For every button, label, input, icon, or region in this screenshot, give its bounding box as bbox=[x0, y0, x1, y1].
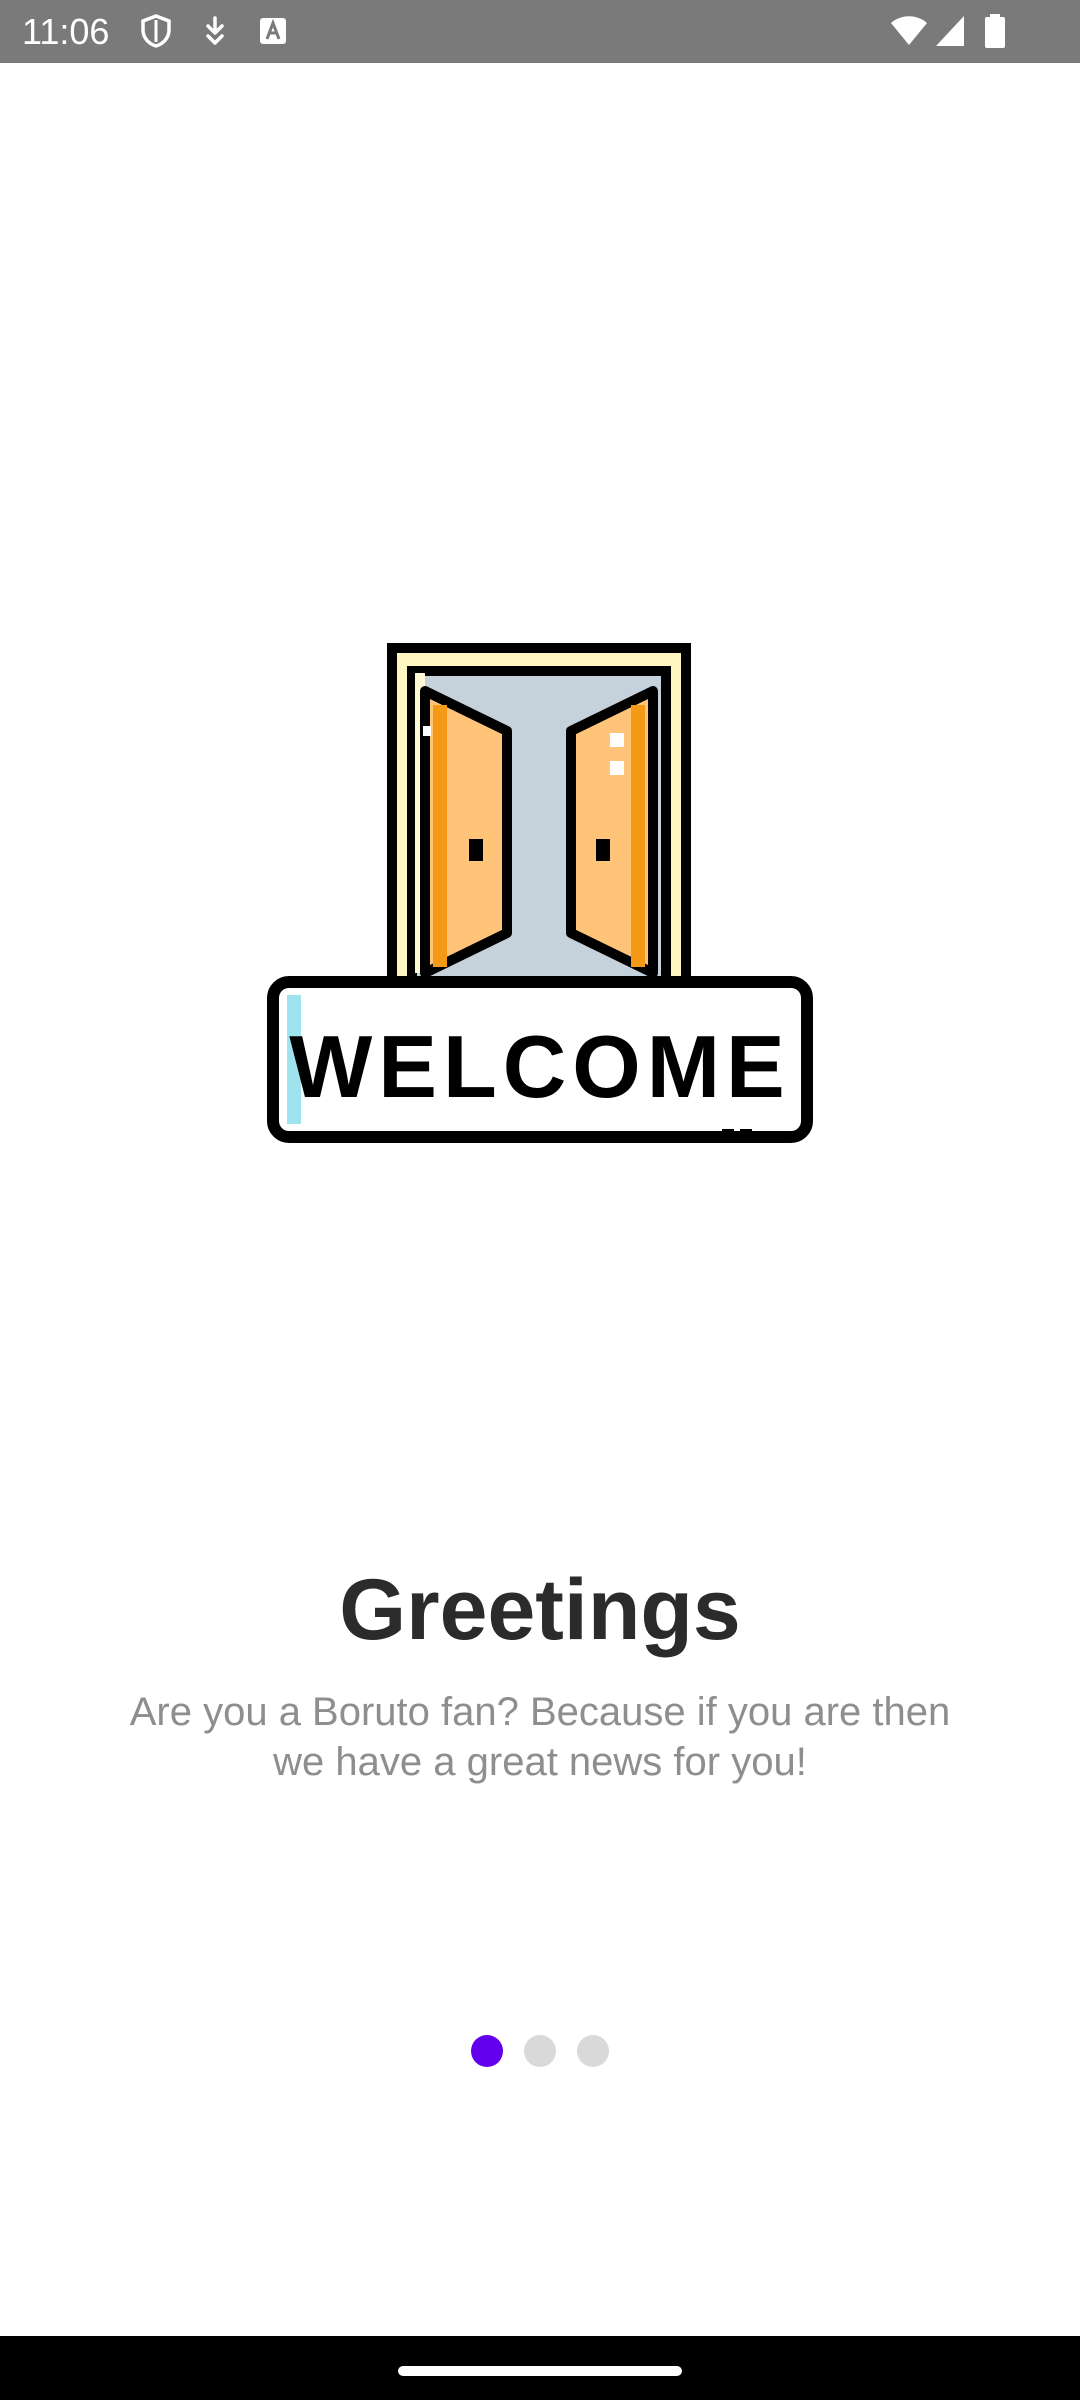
download-icon bbox=[206, 16, 224, 45]
status-bar: 11:06 bbox=[0, 0, 1080, 63]
pager-dot-3[interactable] bbox=[577, 2035, 609, 2067]
pager-indicator[interactable] bbox=[0, 2035, 1080, 2067]
page-title: Greetings bbox=[339, 1562, 741, 1658]
home-handle-icon[interactable] bbox=[398, 2366, 682, 2376]
welcome-door-illustration: WELCOME bbox=[267, 643, 813, 1143]
page-description: Are you a Boruto fan? Because if you are… bbox=[129, 1690, 951, 1784]
pager-dot-2[interactable] bbox=[524, 2035, 556, 2067]
pager-dot-1[interactable] bbox=[471, 2035, 503, 2067]
shield-icon bbox=[141, 14, 171, 48]
wifi-icon bbox=[891, 16, 927, 45]
status-time: 11:06 bbox=[22, 11, 110, 52]
welcome-sign-text: WELCOME bbox=[289, 1017, 791, 1116]
navigation-bar bbox=[0, 2336, 1080, 2400]
battery-icon bbox=[985, 14, 1005, 48]
text-a-icon bbox=[260, 18, 286, 44]
signal-icon bbox=[936, 16, 964, 46]
onboarding-screen: 11:06 WELCOME Greetings Are you a Boruto… bbox=[0, 0, 1080, 2400]
